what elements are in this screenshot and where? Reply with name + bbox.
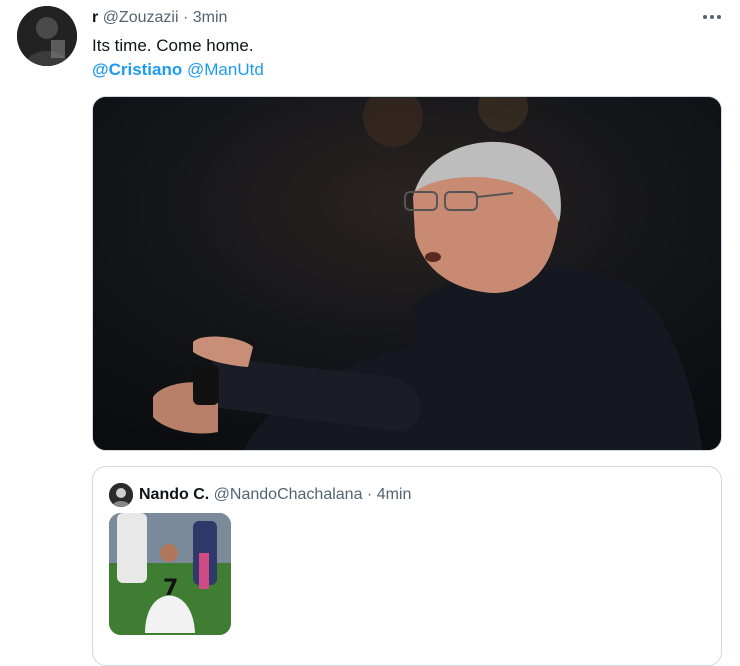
more-dot [710, 15, 714, 19]
tweet-text: Its time. Come home. [92, 36, 254, 55]
user-avatar-icon [109, 483, 133, 507]
quoted-user-avatar[interactable] [109, 483, 133, 507]
display-name[interactable]: r [92, 9, 98, 26]
tweet-timestamp[interactable]: 3min [193, 9, 228, 26]
more-dot [717, 15, 721, 19]
user-avatar-icon [17, 6, 77, 66]
tweet-header: r @Zouzazii · 3min [92, 8, 227, 28]
quoted-tweet[interactable]: Nando C. @NandoChachalana · 4min 7 [92, 466, 722, 666]
user-handle[interactable]: @Zouzazii [103, 9, 179, 26]
svg-text:7: 7 [163, 576, 178, 601]
quoted-tweet-timestamp[interactable]: 4min [377, 486, 412, 503]
photo-thumbnail-image: 7 [109, 513, 231, 635]
tweet-photo[interactable] [92, 96, 722, 451]
mention-link[interactable]: @ManUtd [187, 60, 264, 79]
separator-dot: · [366, 486, 373, 503]
quoted-tweet-photo[interactable]: 7 [109, 513, 231, 635]
mention-link[interactable]: @Cristiano [92, 60, 182, 79]
quoted-tweet-header: Nando C. @NandoChachalana · 4min [139, 485, 411, 505]
quoted-display-name[interactable]: Nando C. [139, 486, 209, 503]
tweet-mentions: @Cristiano @ManUtd [92, 59, 264, 81]
quoted-user-handle[interactable]: @NandoChachalana [214, 486, 363, 503]
more-options-button[interactable] [700, 5, 724, 29]
tweet: r @Zouzazii · 3min Its time. Come home. … [0, 0, 740, 666]
photo-image [93, 97, 721, 450]
user-avatar[interactable] [17, 6, 77, 66]
more-dot [703, 15, 707, 19]
separator-dot: · [182, 9, 189, 26]
